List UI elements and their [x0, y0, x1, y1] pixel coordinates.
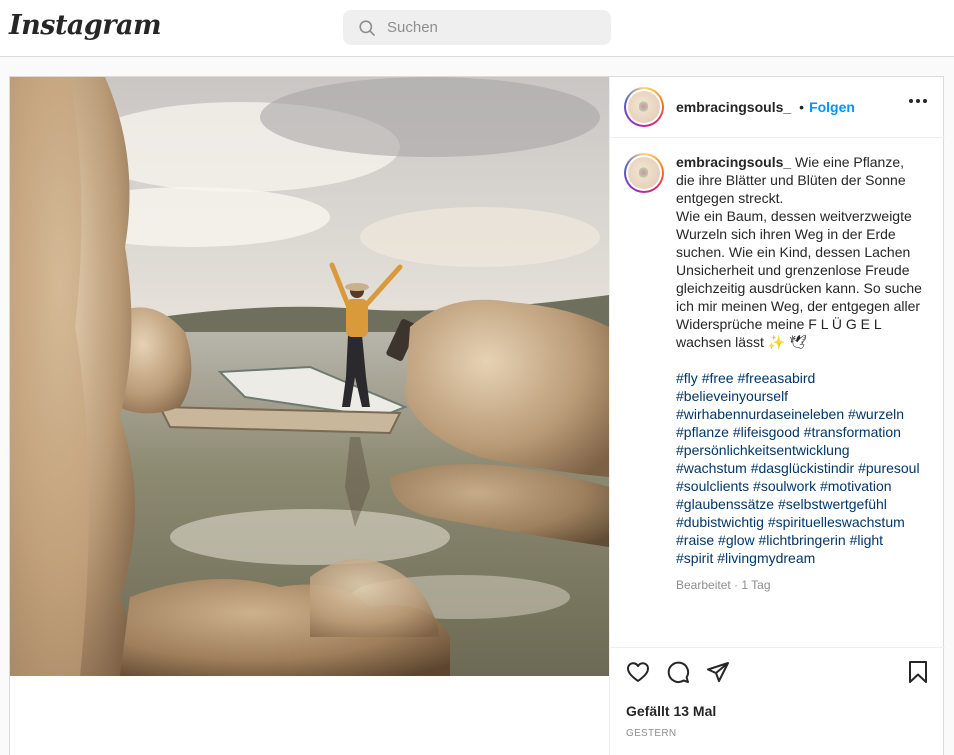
hashtag-link[interactable]: #wirhabennurdaseineleben — [676, 406, 844, 422]
hashtag-link[interactable]: #spirituelleswachstum — [768, 514, 905, 530]
action-bar — [610, 647, 945, 697]
caption-text: Wie eine Pflanze, die ihre Blätter und B… — [676, 154, 922, 350]
post-sidebar: embracingsouls_ • Folgen embracingsouls_… — [609, 77, 945, 755]
hashtag-list: #fly #free #freeasabird #believeinyourse… — [676, 369, 924, 567]
avatar-frame — [626, 155, 662, 191]
search-box[interactable] — [343, 10, 611, 45]
caption-avatar[interactable] — [624, 153, 664, 193]
hashtag-link[interactable]: #livingmydream — [717, 550, 815, 566]
hashtag-link[interactable]: #spirit — [676, 550, 713, 566]
hashtag-link[interactable]: #pflanze — [676, 424, 729, 440]
heart-icon[interactable] — [626, 660, 650, 684]
hashtag-link[interactable]: #lifeisgood — [733, 424, 800, 440]
hashtag-link[interactable]: #lichtbringerin — [759, 532, 846, 548]
caption-block: embracingsouls_ Wie eine Pflanze, die ih… — [624, 153, 936, 594]
hashtag-link[interactable]: #dasglückistindir — [751, 460, 855, 476]
more-options-icon[interactable] — [909, 99, 927, 103]
avatar-frame — [626, 89, 662, 125]
hashtag-link[interactable]: #motivation — [820, 478, 892, 494]
more-dot — [923, 99, 927, 103]
hashtag-link[interactable]: #soulwork — [753, 478, 816, 494]
edited-timestamp: Bearbeitet · 1 Tag — [676, 578, 771, 592]
post-card: embracingsouls_ • Folgen embracingsouls_… — [9, 76, 945, 755]
hashtag-link[interactable]: #selbstwertgefühl — [778, 496, 887, 512]
instagram-logo[interactable]: Instagram — [9, 10, 162, 41]
hashtag-link[interactable]: #dubistwichtig — [676, 514, 764, 530]
likes-count[interactable]: Gefällt 13 Mal — [626, 703, 716, 719]
caption-body: embracingsouls_ Wie eine Pflanze, die ih… — [676, 153, 924, 594]
hashtag-link[interactable]: #transformation — [804, 424, 901, 440]
more-dot — [909, 99, 913, 103]
post-username[interactable]: embracingsouls_ — [676, 99, 791, 115]
hashtag-link[interactable]: #free — [702, 370, 734, 386]
hashtag-link[interactable]: #soulclients — [676, 478, 749, 494]
post-date[interactable]: GESTERN — [626, 728, 676, 739]
hashtag-link[interactable]: #wachstum — [676, 460, 747, 476]
hashtag-link[interactable]: #glaubenssätze — [676, 496, 774, 512]
hashtag-link[interactable]: #glow — [718, 532, 755, 548]
caption-username[interactable]: embracingsouls_ — [676, 154, 791, 170]
post-header: embracingsouls_ • Folgen — [610, 77, 945, 138]
avatar[interactable] — [624, 87, 664, 127]
hashtag-link[interactable]: #wurzeln — [848, 406, 904, 422]
follow-button[interactable]: Folgen — [809, 99, 855, 115]
comment-icon[interactable] — [666, 660, 690, 684]
hashtag-link[interactable]: #light — [850, 532, 883, 548]
hashtag-link[interactable]: #freeasabird — [738, 370, 816, 386]
paper-plane-icon[interactable] — [706, 660, 730, 684]
hashtag-link[interactable]: #fly — [676, 370, 698, 386]
top-navigation-bar: Instagram — [0, 0, 954, 57]
search-icon — [359, 19, 375, 36]
more-dot — [916, 99, 920, 103]
post-image — [10, 77, 609, 676]
hashtag-link[interactable]: #persönlichkeitsentwicklung — [676, 442, 850, 458]
avatar-image — [628, 91, 660, 123]
dot-separator: • — [799, 99, 805, 115]
hashtag-link[interactable]: #puresoul — [858, 460, 920, 476]
avatar-image — [628, 157, 660, 189]
hashtag-link[interactable]: #believeinyourself — [676, 388, 788, 404]
bookmark-icon[interactable] — [906, 660, 930, 684]
post-photo[interactable] — [10, 77, 609, 676]
hashtag-link[interactable]: #raise — [676, 532, 714, 548]
search-input[interactable] — [387, 19, 587, 36]
